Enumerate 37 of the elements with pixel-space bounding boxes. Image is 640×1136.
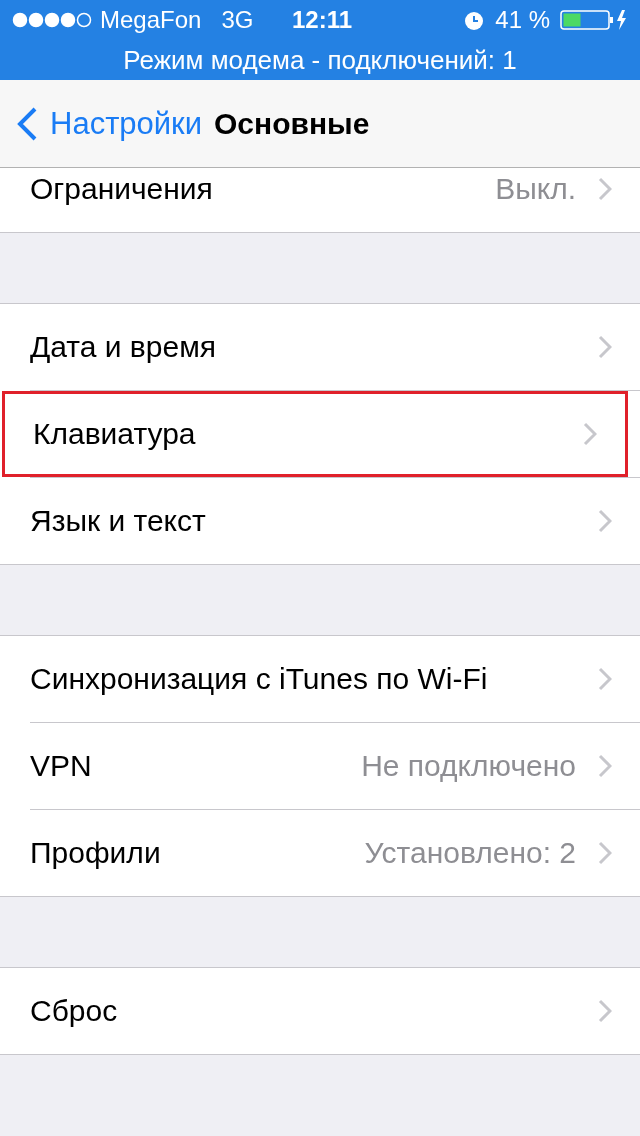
battery-percent: 41 %: [495, 6, 550, 34]
settings-row[interactable]: Профили Установлено: 2: [30, 810, 640, 896]
row-label: Ограничения: [30, 172, 214, 206]
settings-row[interactable]: Ограничения Выкл.: [30, 168, 640, 232]
row-label: Язык и текст: [30, 504, 207, 538]
back-chevron-icon: [16, 105, 38, 142]
network-type: 3G: [221, 6, 254, 34]
row-label: Клавиатура: [33, 417, 197, 451]
chevron-icon: [598, 177, 612, 201]
chevron-icon: [598, 509, 612, 533]
carrier-name: MegaFon: [100, 6, 202, 34]
chevron-icon: [598, 667, 612, 691]
settings-row[interactable]: Дата и время: [30, 304, 640, 390]
back-button[interactable]: Настройки: [16, 105, 202, 142]
row-label: Профили: [30, 836, 162, 870]
chevron-icon: [598, 999, 612, 1023]
signal-icon: [12, 12, 92, 28]
settings-row[interactable]: VPN Не подключено: [30, 723, 640, 809]
chevron-icon: [598, 335, 612, 359]
row-label: VPN: [30, 749, 93, 783]
row-label: Сброс: [30, 994, 119, 1028]
page-title: Основные: [214, 106, 370, 141]
alarm-clock-icon: [463, 9, 486, 31]
settings-row[interactable]: Синхронизация с iTunes по Wi-Fi: [30, 636, 640, 722]
chevron-icon: [598, 754, 612, 778]
settings-row[interactable]: Сброс: [30, 968, 640, 1054]
row-label: Синхронизация с iTunes по Wi-Fi: [30, 662, 489, 696]
row-value: Выкл.: [495, 172, 576, 206]
clock-time: 12:11: [292, 6, 354, 34]
row-label: Дата и время: [30, 330, 218, 364]
settings-row[interactable]: Язык и текст: [30, 478, 640, 564]
chevron-icon: [598, 841, 612, 865]
row-value: Не подключено: [361, 749, 576, 783]
chevron-icon: [583, 422, 597, 446]
hotspot-banner[interactable]: Режим модема - подключений: 1: [0, 40, 640, 80]
highlighted-settings-row[interactable]: Клавиатура: [2, 391, 628, 477]
row-value: Установлено: 2: [364, 836, 576, 870]
